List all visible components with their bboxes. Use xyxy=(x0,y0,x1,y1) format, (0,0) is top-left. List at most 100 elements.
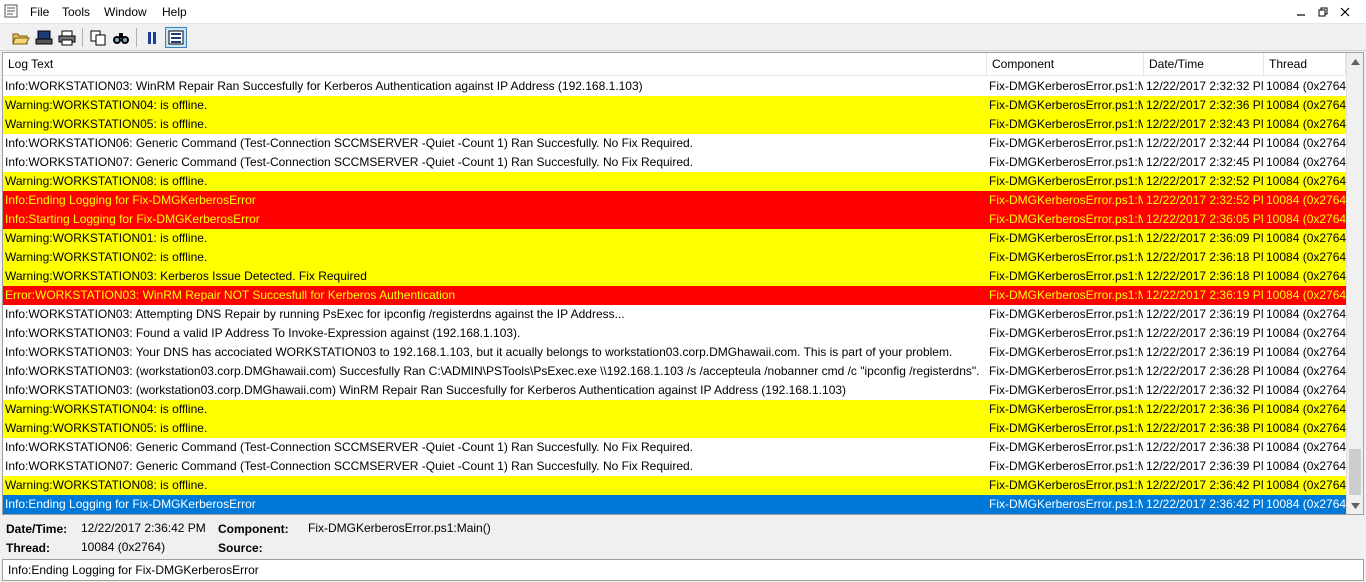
table-row[interactable]: Info:WORKSTATION07: Generic Command (Tes… xyxy=(3,153,1346,172)
table-row[interactable]: Info:Ending Logging for Fix-DMGKerberosE… xyxy=(3,495,1346,514)
log-text-cell: Warning:WORKSTATION01: is offline. xyxy=(5,231,208,245)
scrollbar-thumb[interactable] xyxy=(1349,449,1361,495)
table-row[interactable]: Warning:WORKSTATION02: is offline. Fix-DM… xyxy=(3,248,1346,267)
log-text-cell: Info:WORKSTATION03: (workstation03.corp.… xyxy=(5,383,847,397)
log-text-cell: Info:Ending Logging for Fix-DMGKerberosE… xyxy=(5,497,256,511)
table-row[interactable]: Warning:WORKSTATION01: is offline. Fix-DM… xyxy=(3,229,1346,248)
thread-cell: 10084 (0x2764) xyxy=(1266,79,1346,93)
component-cell: Fix-DMGKerberosError.ps1:M xyxy=(989,364,1143,378)
menu-file[interactable]: File xyxy=(28,4,51,20)
log-text-cell: Warning:WORKSTATION03: Kerberos Issue De… xyxy=(5,269,367,283)
component-cell: Fix-DMGKerberosError.ps1:M xyxy=(989,478,1143,492)
log-text-cell: Warning:WORKSTATION04: is offline. xyxy=(5,98,208,112)
thread-cell: 10084 (0x2764) xyxy=(1266,250,1346,264)
table-row[interactable]: Info:WORKSTATION03: WinRM Repair Ran Suc… xyxy=(3,77,1346,96)
log-text-cell: Info:WORKSTATION03: Your DNS has accocia… xyxy=(5,345,953,359)
scroll-down-icon[interactable] xyxy=(1347,497,1363,514)
thread-cell: 10084 (0x2764) xyxy=(1266,212,1346,226)
table-row[interactable]: Warning:WORKSTATION08: is offline. Fix-DM… xyxy=(3,476,1346,495)
vertical-scrollbar[interactable] xyxy=(1346,53,1363,514)
log-text-cell: Error:WORKSTATION03: WinRM Repair NOT Su… xyxy=(5,288,456,302)
thread-cell: 10084 (0x2764) xyxy=(1266,288,1346,302)
restore-icon[interactable] xyxy=(1312,3,1334,21)
log-text-cell: Warning:WORKSTATION04: is offline. xyxy=(5,402,208,416)
date-time-cell: 12/22/2017 2:36:38 PM xyxy=(1146,421,1263,435)
pause-icon[interactable] xyxy=(141,27,163,48)
component-cell: Fix-DMGKerberosError.ps1:M xyxy=(989,402,1143,416)
log-text-cell: Info:WORKSTATION03: (workstation03.corp.… xyxy=(5,364,980,378)
thread-cell: 10084 (0x2764) xyxy=(1266,364,1346,378)
log-text-cell: Warning:WORKSTATION08: is offline. xyxy=(5,478,208,492)
column-log-text[interactable]: Log Text xyxy=(3,53,987,76)
thread-cell: 10084 (0x2764) xyxy=(1266,307,1346,321)
component-cell: Fix-DMGKerberosError.ps1:M xyxy=(989,98,1143,112)
date-time-cell: 12/22/2017 2:36:18 PM xyxy=(1146,250,1263,264)
table-row[interactable]: Info:WORKSTATION03: Attempting DNS Repai… xyxy=(3,305,1346,324)
table-row[interactable]: Info:Starting Logging for Fix-DMGKerbero… xyxy=(3,210,1346,229)
print-setup-icon[interactable] xyxy=(33,27,55,48)
details-panel: Date/Time: 12/22/2017 2:36:42 PM Compone… xyxy=(0,516,1366,558)
table-row[interactable]: Warning:WORKSTATION04: is offline. Fix-DM… xyxy=(3,400,1346,419)
log-rows: Info:WORKSTATION03: WinRM Repair Ran Suc… xyxy=(3,77,1346,514)
datetime-value: 12/22/2017 2:36:42 PM xyxy=(81,521,206,535)
open-icon[interactable] xyxy=(10,27,32,48)
find-icon[interactable] xyxy=(110,27,132,48)
thread-cell: 10084 (0x2764) xyxy=(1266,98,1346,112)
date-time-cell: 12/22/2017 2:36:38 PM xyxy=(1146,440,1263,454)
toolbar xyxy=(0,24,1366,51)
date-time-cell: 12/22/2017 2:36:39 PM xyxy=(1146,459,1263,473)
date-time-cell: 12/22/2017 2:32:52 PM xyxy=(1146,174,1263,188)
message-box[interactable]: Info:Ending Logging for Fix-DMGKerberosE… xyxy=(2,559,1364,581)
log-text-cell: Info:WORKSTATION06: Generic Command (Tes… xyxy=(5,136,694,150)
component-value: Fix-DMGKerberosError.ps1:Main() xyxy=(308,521,491,535)
minimize-icon[interactable] xyxy=(1290,3,1312,21)
table-row[interactable]: Info:Ending Logging for Fix-DMGKerberosE… xyxy=(3,191,1346,210)
menu-help[interactable]: Help xyxy=(160,4,189,20)
table-row[interactable]: Info:WORKSTATION06: Generic Command (Tes… xyxy=(3,134,1346,153)
component-cell: Fix-DMGKerberosError.ps1:M xyxy=(989,136,1143,150)
date-time-cell: 12/22/2017 2:32:45 PM xyxy=(1146,155,1263,169)
scroll-up-icon[interactable] xyxy=(1347,53,1363,70)
thread-cell: 10084 (0x2764) xyxy=(1266,440,1346,454)
table-row[interactable]: Info:WORKSTATION03: Your DNS has accocia… xyxy=(3,343,1346,362)
thread-cell: 10084 (0x2764) xyxy=(1266,269,1346,283)
table-row[interactable]: Info:WORKSTATION03: (workstation03.corp.… xyxy=(3,362,1346,381)
table-row[interactable]: Warning:WORKSTATION03: Kerberos Issue De… xyxy=(3,267,1346,286)
log-text-cell: Info:WORKSTATION06: Generic Command (Tes… xyxy=(5,440,694,454)
table-row[interactable]: Error:WORKSTATION03: WinRM Repair NOT Su… xyxy=(3,286,1346,305)
column-thread[interactable]: Thread xyxy=(1264,53,1346,76)
component-cell: Fix-DMGKerberosError.ps1:M xyxy=(989,383,1143,397)
thread-cell: 10084 (0x2764) xyxy=(1266,326,1346,340)
table-row[interactable]: Warning:WORKSTATION08: is offline. Fix-DM… xyxy=(3,172,1346,191)
app-icon xyxy=(4,4,18,18)
thread-cell: 10084 (0x2764) xyxy=(1266,478,1346,492)
table-row[interactable]: Info:WORKSTATION03: Found a valid IP Add… xyxy=(3,324,1346,343)
source-label: Source: xyxy=(218,541,263,555)
menu-tools[interactable]: Tools xyxy=(60,4,92,20)
date-time-cell: 12/22/2017 2:36:28 PM xyxy=(1146,364,1263,378)
table-row[interactable]: Info:WORKSTATION03: (workstation03.corp.… xyxy=(3,381,1346,400)
table-row[interactable]: Warning:WORKSTATION04: is offline. Fix-DM… xyxy=(3,96,1346,115)
log-list[interactable]: Log Text Component Date/Time Thread Info… xyxy=(2,52,1364,515)
print-icon[interactable] xyxy=(56,27,78,48)
component-cell: Fix-DMGKerberosError.ps1:M xyxy=(989,212,1143,226)
column-date-time[interactable]: Date/Time xyxy=(1144,53,1264,76)
table-row[interactable]: Warning:WORKSTATION05: is offline. Fix-DM… xyxy=(3,115,1346,134)
component-cell: Fix-DMGKerberosError.ps1:M xyxy=(989,345,1143,359)
component-cell: Fix-DMGKerberosError.ps1:M xyxy=(989,497,1143,511)
table-row[interactable]: Info:WORKSTATION07: Generic Command (Tes… xyxy=(3,457,1346,476)
log-text-cell: Info:WORKSTATION03: Found a valid IP Add… xyxy=(5,326,521,340)
error-lines-icon[interactable] xyxy=(165,27,187,48)
column-component[interactable]: Component xyxy=(987,53,1144,76)
copy-icon[interactable] xyxy=(87,27,109,48)
thread-cell: 10084 (0x2764) xyxy=(1266,231,1346,245)
table-row[interactable]: Warning:WORKSTATION05: is offline. Fix-DM… xyxy=(3,419,1346,438)
menu-window[interactable]: Window xyxy=(102,4,149,20)
date-time-cell: 12/22/2017 2:32:32 PM xyxy=(1146,79,1263,93)
date-time-cell: 12/22/2017 2:36:19 PM xyxy=(1146,288,1263,302)
table-row[interactable]: Info:WORKSTATION06: Generic Command (Tes… xyxy=(3,438,1346,457)
close-icon[interactable] xyxy=(1334,3,1356,21)
component-cell: Fix-DMGKerberosError.ps1:M xyxy=(989,421,1143,435)
date-time-cell: 12/22/2017 2:36:36 PM xyxy=(1146,402,1263,416)
date-time-cell: 12/22/2017 2:36:19 PM xyxy=(1146,326,1263,340)
